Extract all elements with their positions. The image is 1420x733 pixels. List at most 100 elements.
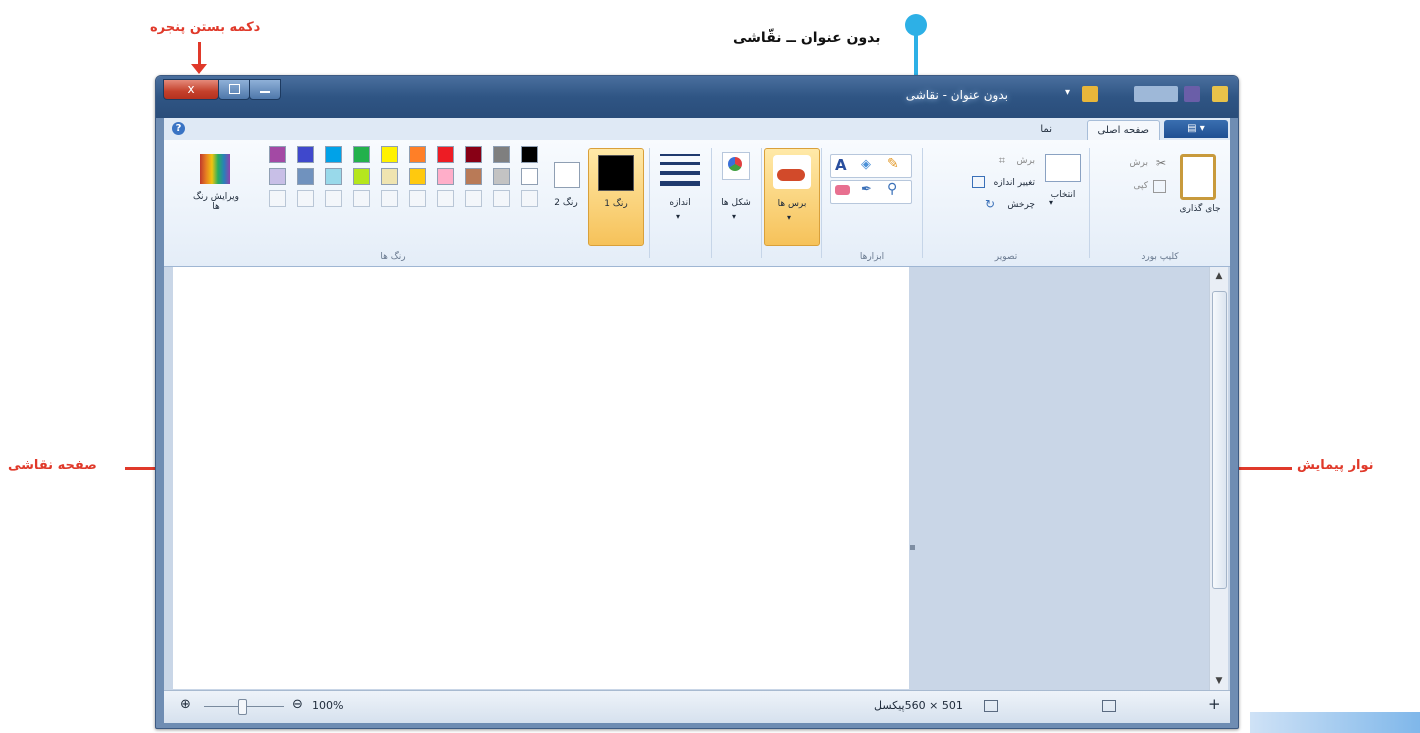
palette-swatch[interactable]	[381, 168, 398, 185]
text-tool-icon[interactable]: A	[835, 156, 847, 174]
brushes-button[interactable]: برس ها ▾	[764, 148, 820, 246]
paste-icon[interactable]	[1180, 154, 1216, 200]
paint-app-icon[interactable]	[1212, 86, 1228, 102]
eraser-tool-icon[interactable]	[835, 185, 850, 195]
palette-swatch[interactable]	[409, 168, 426, 185]
edit-colors-icon	[200, 154, 230, 184]
group-label-tools: ابزارها	[859, 252, 885, 262]
palette-custom-slot[interactable]	[297, 190, 314, 207]
save-icon[interactable]	[1184, 86, 1200, 102]
tools-row-2: ✒ ⚲	[830, 180, 912, 204]
select-dropdown-icon[interactable]: ▾	[1049, 198, 1053, 207]
group-separator	[711, 148, 712, 258]
group-clipboard: جای گذاری ✂ برش کپی کلیپ بورد	[1090, 140, 1230, 266]
zoom-in-icon[interactable]: ⊕	[180, 697, 191, 712]
edit-colors-button[interactable]: ویرایش رنگ ها	[188, 148, 244, 244]
rotate-label[interactable]: چرخش	[1007, 200, 1035, 210]
palette-custom-slot[interactable]	[269, 190, 286, 207]
annotation-close-button: دکمه بستن پنجره	[150, 20, 261, 35]
palette-swatch[interactable]	[521, 168, 538, 185]
palette-swatch[interactable]	[493, 168, 510, 185]
size-button[interactable]: اندازه ▾	[652, 148, 708, 244]
select-icon[interactable]	[1045, 154, 1081, 182]
copy-label[interactable]: کپی	[1133, 181, 1148, 191]
group-label-colors: رنگ ها	[380, 252, 406, 262]
close-button[interactable]: x	[163, 79, 219, 100]
rotate-icon[interactable]: ↻	[985, 197, 995, 211]
drawing-canvas[interactable]	[173, 267, 909, 689]
paste-label[interactable]: جای گذاری	[1176, 204, 1224, 214]
palette-swatch[interactable]	[493, 146, 510, 163]
cut-label[interactable]: برش	[1130, 158, 1148, 168]
brush-icon	[773, 155, 811, 189]
palette-swatch[interactable]	[381, 146, 398, 163]
palette-swatch[interactable]	[325, 168, 342, 185]
group-separator	[821, 148, 822, 258]
scrollbar-thumb[interactable]	[1212, 291, 1227, 589]
tab-view[interactable]: نما	[1030, 120, 1062, 139]
crop-icon[interactable]: ⌗	[999, 154, 1005, 168]
edit-colors-label: ویرایش رنگ ها	[192, 192, 240, 212]
palette-swatch[interactable]	[269, 168, 286, 185]
palette-swatch[interactable]	[353, 168, 370, 185]
palette-swatch[interactable]	[437, 168, 454, 185]
zoom-level: 100%	[312, 699, 344, 712]
paint-window: x بدون عنوان - نقاشی ▾ ▤ ▾ صفحه اصلی نما…	[155, 75, 1239, 729]
color2-swatch	[554, 162, 580, 188]
folder-icon[interactable]	[1082, 86, 1098, 102]
palette-swatch[interactable]	[521, 146, 538, 163]
magnifier-icon[interactable]: ⚲	[887, 181, 897, 197]
color2-button[interactable]: رنگ 2	[546, 148, 586, 244]
palette-swatch[interactable]	[409, 146, 426, 163]
fill-tool-icon[interactable]: ◈	[861, 157, 871, 172]
cut-icon[interactable]: ✂	[1156, 156, 1166, 170]
scroll-down-arrow-icon[interactable]: ▼	[1210, 672, 1228, 690]
palette-swatch[interactable]	[297, 146, 314, 163]
palette-swatch[interactable]	[297, 168, 314, 185]
help-icon[interactable]: ?	[172, 122, 185, 135]
zoom-slider-thumb[interactable]	[238, 699, 247, 715]
palette-custom-slot[interactable]	[353, 190, 370, 207]
pencil-tool-icon[interactable]: ✎	[887, 156, 899, 172]
annotation-title-bar: بدون عنوان ــ نقّاشی	[733, 30, 881, 46]
maximize-icon	[229, 84, 240, 94]
shapes-button[interactable]: شکل ها ▾	[714, 148, 758, 244]
close-icon: x	[187, 82, 195, 96]
maximize-button[interactable]	[218, 79, 250, 100]
qat-dropdown-icon[interactable]: ▾	[1065, 87, 1070, 98]
zoom-out-icon[interactable]: ⊖	[292, 697, 303, 712]
crop-label[interactable]: برش	[1017, 156, 1035, 166]
title-bar[interactable]: x بدون عنوان - نقاشی ▾	[156, 76, 1238, 118]
color-picker-icon[interactable]: ✒	[861, 182, 872, 197]
palette-swatch[interactable]	[465, 168, 482, 185]
palette-custom-slot[interactable]	[521, 190, 538, 207]
vertical-scrollbar[interactable]: ▲ ▼	[1209, 267, 1228, 690]
resize-icon[interactable]	[972, 176, 985, 188]
resize-label[interactable]: تغییر اندازه	[994, 178, 1035, 188]
palette-swatch[interactable]	[465, 146, 482, 163]
color1-swatch	[598, 155, 634, 191]
palette-custom-slot[interactable]	[437, 190, 454, 207]
palette-custom-slot[interactable]	[325, 190, 342, 207]
palette-swatch[interactable]	[269, 146, 286, 163]
palette-swatch[interactable]	[325, 146, 342, 163]
palette-custom-slot[interactable]	[465, 190, 482, 207]
minimize-button[interactable]	[249, 79, 281, 100]
copy-icon[interactable]	[1153, 180, 1166, 193]
shapes-dropdown-icon: ▾	[732, 212, 737, 221]
palette-swatch[interactable]	[353, 146, 370, 163]
tab-home[interactable]: صفحه اصلی	[1086, 120, 1160, 140]
size-line-icon	[660, 171, 700, 175]
scroll-up-arrow-icon[interactable]: ▲	[1210, 267, 1228, 285]
palette-custom-slot[interactable]	[381, 190, 398, 207]
palette-custom-slot[interactable]	[493, 190, 510, 207]
image-size-icon	[984, 700, 998, 712]
size-label: اندازه	[669, 198, 691, 208]
color1-button[interactable]: رنگ 1	[588, 148, 644, 246]
paint-menu-button[interactable]: ▤ ▾	[1164, 120, 1228, 138]
canvas-resize-handle[interactable]	[910, 545, 915, 550]
palette-custom-slot[interactable]	[409, 190, 426, 207]
group-separator	[649, 148, 650, 258]
palette-swatch[interactable]	[437, 146, 454, 163]
undo-redo-icon[interactable]	[1134, 86, 1178, 102]
